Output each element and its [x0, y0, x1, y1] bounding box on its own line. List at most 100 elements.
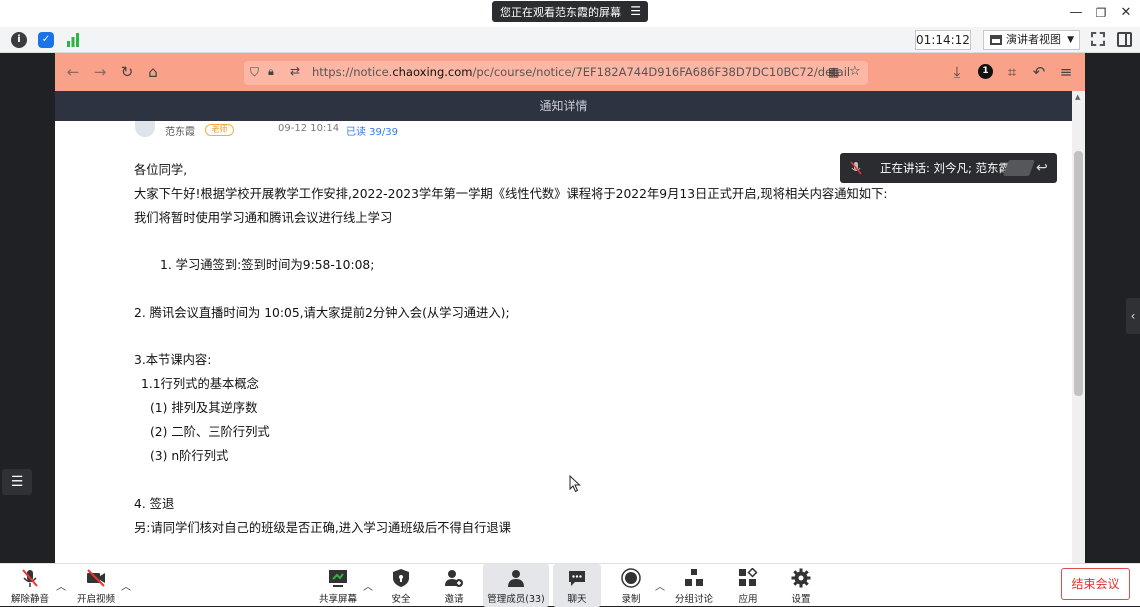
chevron-up-icon[interactable]: ︿ — [363, 578, 373, 593]
fullscreen-icon[interactable] — [1091, 32, 1105, 46]
breakout-icon — [685, 569, 703, 586]
meeting-info-row: i ✓ 01:14:12 演讲者视图 ▼ — [0, 27, 1140, 53]
teacher-role-tag: 老师 — [205, 124, 234, 136]
start-video-label: 开启视频 — [76, 594, 115, 605]
list-widget[interactable]: ☰ — [2, 469, 32, 495]
notice-line: 4. 签退 — [134, 497, 175, 511]
back-icon[interactable]: ← — [64, 63, 82, 81]
crop-icon[interactable]: ⌗ — [1003, 63, 1021, 81]
address-bar[interactable]: ⛉ 🔒︎ ⇄ https://notice.chaoxing.com/pc/co… — [244, 61, 868, 85]
url-host: chaoxing.com — [392, 65, 473, 79]
notice-line: (3) n阶行列式 — [150, 449, 229, 463]
apps-button[interactable]: 应用 — [728, 564, 768, 607]
side-panel-tab[interactable]: ‹ — [1126, 298, 1140, 334]
add-user-icon — [445, 570, 463, 587]
author-name: 范东霞 — [165, 127, 195, 138]
chevron-up-icon[interactable]: ︿ — [56, 578, 66, 593]
notice-line: 1.1行列式的基本概念 — [141, 377, 259, 391]
signal-icon[interactable] — [66, 33, 80, 47]
chat-label: 聊天 — [567, 594, 587, 605]
sidebar-toggle-icon[interactable] — [1117, 32, 1132, 47]
mic-muted-icon — [22, 569, 38, 587]
close-icon[interactable]: ✕ — [1116, 4, 1136, 22]
breakout-rooms-label: 分组讨论 — [674, 594, 713, 605]
page-scrollbar[interactable]: ▲ — [1072, 91, 1085, 563]
list-icon: ☰ — [10, 474, 24, 490]
undo-icon[interactable]: ↶ — [1030, 63, 1048, 81]
forward-icon[interactable]: → — [91, 63, 109, 81]
extension-badge-icon[interactable]: 1 — [978, 64, 993, 79]
shield-icon[interactable]: ✓ — [38, 32, 54, 48]
record-label: 录制 — [621, 594, 641, 605]
hamburger-menu-icon[interactable]: ≡ — [1057, 63, 1075, 81]
notice-line: (2) 二阶、三阶行列式 — [150, 425, 270, 439]
browser-window: ← → ↻ ⌂ ⛉ 🔒︎ ⇄ https://notice.chaoxing.c… — [55, 53, 1085, 563]
browser-toolbar: ← → ↻ ⌂ ⛉ 🔒︎ ⇄ https://notice.chaoxing.c… — [55, 53, 1085, 91]
members-icon — [508, 570, 524, 587]
reply-arrow-icon[interactable]: ↩ — [1036, 153, 1048, 183]
restore-icon[interactable]: ❐ — [1091, 4, 1111, 22]
minimize-icon[interactable]: — — [1066, 4, 1086, 22]
avatar[interactable] — [135, 121, 155, 137]
reload-icon[interactable]: ↻ — [118, 63, 136, 81]
chevron-up-icon[interactable]: ︿ — [655, 578, 665, 593]
chevron-up-icon[interactable]: ︿ — [121, 578, 131, 593]
presenter-view-icon — [990, 35, 1002, 45]
apps-icon — [739, 568, 758, 586]
muted-mic-icon — [850, 161, 862, 175]
notice-line: 3.本节课内容: — [134, 353, 212, 367]
start-video-button[interactable]: 开启视频 — [71, 564, 121, 607]
notice-date: 09-12 10:14 — [278, 123, 340, 134]
chat-button[interactable]: 聊天 — [553, 564, 601, 607]
unmute-label: 解除静音 — [10, 594, 49, 605]
bookmark-star-icon[interactable]: ☆ — [849, 64, 861, 79]
chat-icon — [569, 571, 585, 586]
share-screen-icon — [329, 570, 347, 587]
meeting-title-bar: 您正在观看范东霞的屏幕 ☰ — ❐ ✕ — [0, 0, 1140, 27]
security-button[interactable]: 安全 — [381, 564, 421, 607]
security-label: 安全 — [391, 594, 411, 605]
notice-line: 我们将暂时使用学习通和腾讯会议进行线上学习 — [134, 211, 393, 225]
manage-members-button[interactable]: 管理成员(33) — [483, 564, 549, 607]
permissions-icon[interactable]: ⇄ — [290, 64, 300, 78]
url-prefix: https://notice. — [312, 65, 393, 79]
url-text: https://notice.chaoxing.com/pc/course/no… — [312, 65, 850, 79]
notice-line: 大家下午好!根据学校开展教学工作安排,2022-2023学年第一学期《线性代数》… — [134, 187, 888, 201]
invite-button[interactable]: 邀请 — [434, 564, 474, 607]
url-path: /pc/course/notice/7EF182A744D916FA686F38… — [472, 65, 851, 79]
unmute-button[interactable]: 解除静音 — [5, 564, 55, 607]
settings-label: 设置 — [791, 594, 811, 605]
settings-button[interactable]: 设置 — [781, 564, 821, 607]
presenter-view-dropdown[interactable]: 演讲者视图 ▼ — [983, 30, 1080, 50]
video-off-icon — [87, 569, 105, 587]
scroll-up-icon[interactable]: ▲ — [1075, 93, 1080, 101]
screen-share-banner[interactable]: 您正在观看范东霞的屏幕 ☰ — [492, 1, 648, 22]
invite-label: 邀请 — [444, 594, 464, 605]
read-status[interactable]: 已读 39/39 — [346, 123, 398, 138]
share-screen-button[interactable]: 共享屏幕 — [314, 564, 362, 607]
menu-icon[interactable]: ☰ — [630, 4, 641, 18]
share-screen-label: 共享屏幕 — [318, 594, 357, 605]
lock-icon[interactable]: 🔒︎ — [268, 65, 274, 79]
notice-line: 各位同学, — [134, 163, 188, 177]
breakout-rooms-button[interactable]: 分组讨论 — [670, 564, 718, 607]
download-icon[interactable]: ⤓ — [948, 63, 966, 81]
page-title: 通知详情 — [539, 99, 588, 113]
notice-line: 另:请同学们核对自己的班级是否正确,进入学习通班级后不得自行退课 — [134, 521, 511, 535]
chevron-left-icon: ‹ — [1130, 309, 1136, 323]
notice-line: 1. 学习通签到:签到时间为9:58-10:08; — [160, 258, 375, 272]
info-icon[interactable]: i — [11, 32, 27, 48]
scroll-thumb[interactable] — [1074, 151, 1083, 396]
speaking-text: 正在讲话: 刘今凡; 范东霞; — [880, 161, 1014, 175]
presenter-view-label: 演讲者视图 — [1006, 33, 1061, 46]
record-icon — [621, 568, 641, 588]
shield-outline-icon[interactable]: ⛉ — [250, 65, 259, 80]
record-button[interactable]: 录制 — [611, 564, 651, 607]
end-meeting-button[interactable]: 结束会议 — [1061, 568, 1130, 600]
active-speaker-overlay: 正在讲话: 刘今凡; 范东霞; ↩ — [840, 153, 1057, 183]
qr-code-icon[interactable]: ▦ — [828, 65, 839, 79]
notice-line: 2. 腾讯会议直播时间为 10:05,请大家提前2分钟入会(从学习通进入); — [134, 306, 510, 320]
home-icon[interactable]: ⌂ — [144, 63, 162, 81]
shield-icon — [393, 569, 409, 587]
chevron-down-icon: ▼ — [1067, 35, 1074, 45]
